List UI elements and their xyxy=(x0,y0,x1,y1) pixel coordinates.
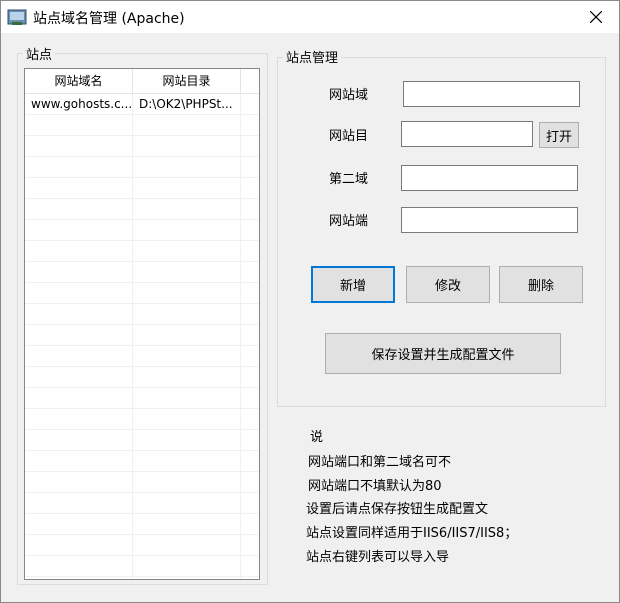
add-button[interactable]: 新增 xyxy=(311,266,395,303)
dir-input[interactable] xyxy=(401,121,533,147)
site-manage-group-label: 站点管理 xyxy=(283,47,342,66)
empty-row xyxy=(25,493,259,514)
empty-row xyxy=(25,577,259,579)
domain-label: 网站域 xyxy=(329,88,369,103)
empty-row xyxy=(25,325,259,346)
empty-row xyxy=(25,241,259,262)
column-header-domain[interactable]: 网站域名 xyxy=(25,69,133,93)
empty-row xyxy=(25,178,259,199)
note-line: 设置后请点保存按钮生成配置文 xyxy=(306,502,489,517)
note-line: 网站端口和第二域名可不 xyxy=(308,455,452,470)
empty-row xyxy=(25,409,259,430)
row-filler-cell xyxy=(241,94,259,114)
listview-header: 网站域名 网站目录 xyxy=(25,69,259,94)
empty-row xyxy=(25,514,259,535)
empty-row xyxy=(25,262,259,283)
domain-input[interactable] xyxy=(403,81,580,107)
empty-row xyxy=(25,535,259,556)
empty-row xyxy=(25,157,259,178)
listview-rows: www.gohosts.c... D:\OK2\PHPSt... xyxy=(25,94,259,579)
delete-button[interactable]: 删除 xyxy=(499,266,583,303)
second-domain-label: 第二域 xyxy=(329,172,369,187)
empty-row xyxy=(25,451,259,472)
window-title: 站点域名管理 (Apache) xyxy=(33,11,185,27)
row-dir-cell: D:\OK2\PHPSt... xyxy=(133,94,241,114)
empty-row xyxy=(25,388,259,409)
save-config-button[interactable]: 保存设置并生成配置文件 xyxy=(325,333,561,374)
empty-row xyxy=(25,115,259,136)
empty-row xyxy=(25,136,259,157)
column-header-dir[interactable]: 网站目录 xyxy=(133,69,241,93)
row-domain-cell: www.gohosts.c... xyxy=(25,94,133,114)
app-icon xyxy=(7,7,27,27)
site-list-group-label: 站点 xyxy=(23,44,56,63)
note-line: 站点右键列表可以导入导 xyxy=(306,550,450,565)
modify-button[interactable]: 修改 xyxy=(406,266,490,303)
column-header-filler xyxy=(241,69,259,93)
empty-row xyxy=(25,367,259,388)
note-line: 网站端口不填默认为80 xyxy=(308,479,442,494)
open-dir-button[interactable]: 打开 xyxy=(539,122,579,148)
empty-row xyxy=(25,430,259,451)
empty-row xyxy=(25,283,259,304)
note-line: 说 xyxy=(310,430,324,445)
empty-row xyxy=(25,220,259,241)
port-input[interactable] xyxy=(401,207,578,233)
site-listview[interactable]: 网站域名 网站目录 www.gohosts.c... D:\OK2\PHPSt.… xyxy=(24,68,260,580)
empty-row xyxy=(25,199,259,220)
dir-label: 网站目 xyxy=(329,129,369,144)
port-label: 网站端 xyxy=(329,214,369,229)
note-line: 站点设置同样适用于IIS6/IIS7/IIS8； xyxy=(306,526,518,541)
second-domain-input[interactable] xyxy=(401,165,578,191)
site-domain-manager-window: 站点域名管理 (Apache) 站点 网站域名 网站目录 www.gohosts… xyxy=(0,0,620,603)
table-row[interactable]: www.gohosts.c... D:\OK2\PHPSt... xyxy=(25,94,259,115)
title-bar[interactable]: 站点域名管理 (Apache) xyxy=(1,1,619,33)
empty-row xyxy=(25,556,259,577)
empty-row xyxy=(25,304,259,325)
close-button[interactable] xyxy=(573,1,619,33)
close-icon xyxy=(590,11,602,23)
empty-row xyxy=(25,346,259,367)
empty-row xyxy=(25,472,259,493)
